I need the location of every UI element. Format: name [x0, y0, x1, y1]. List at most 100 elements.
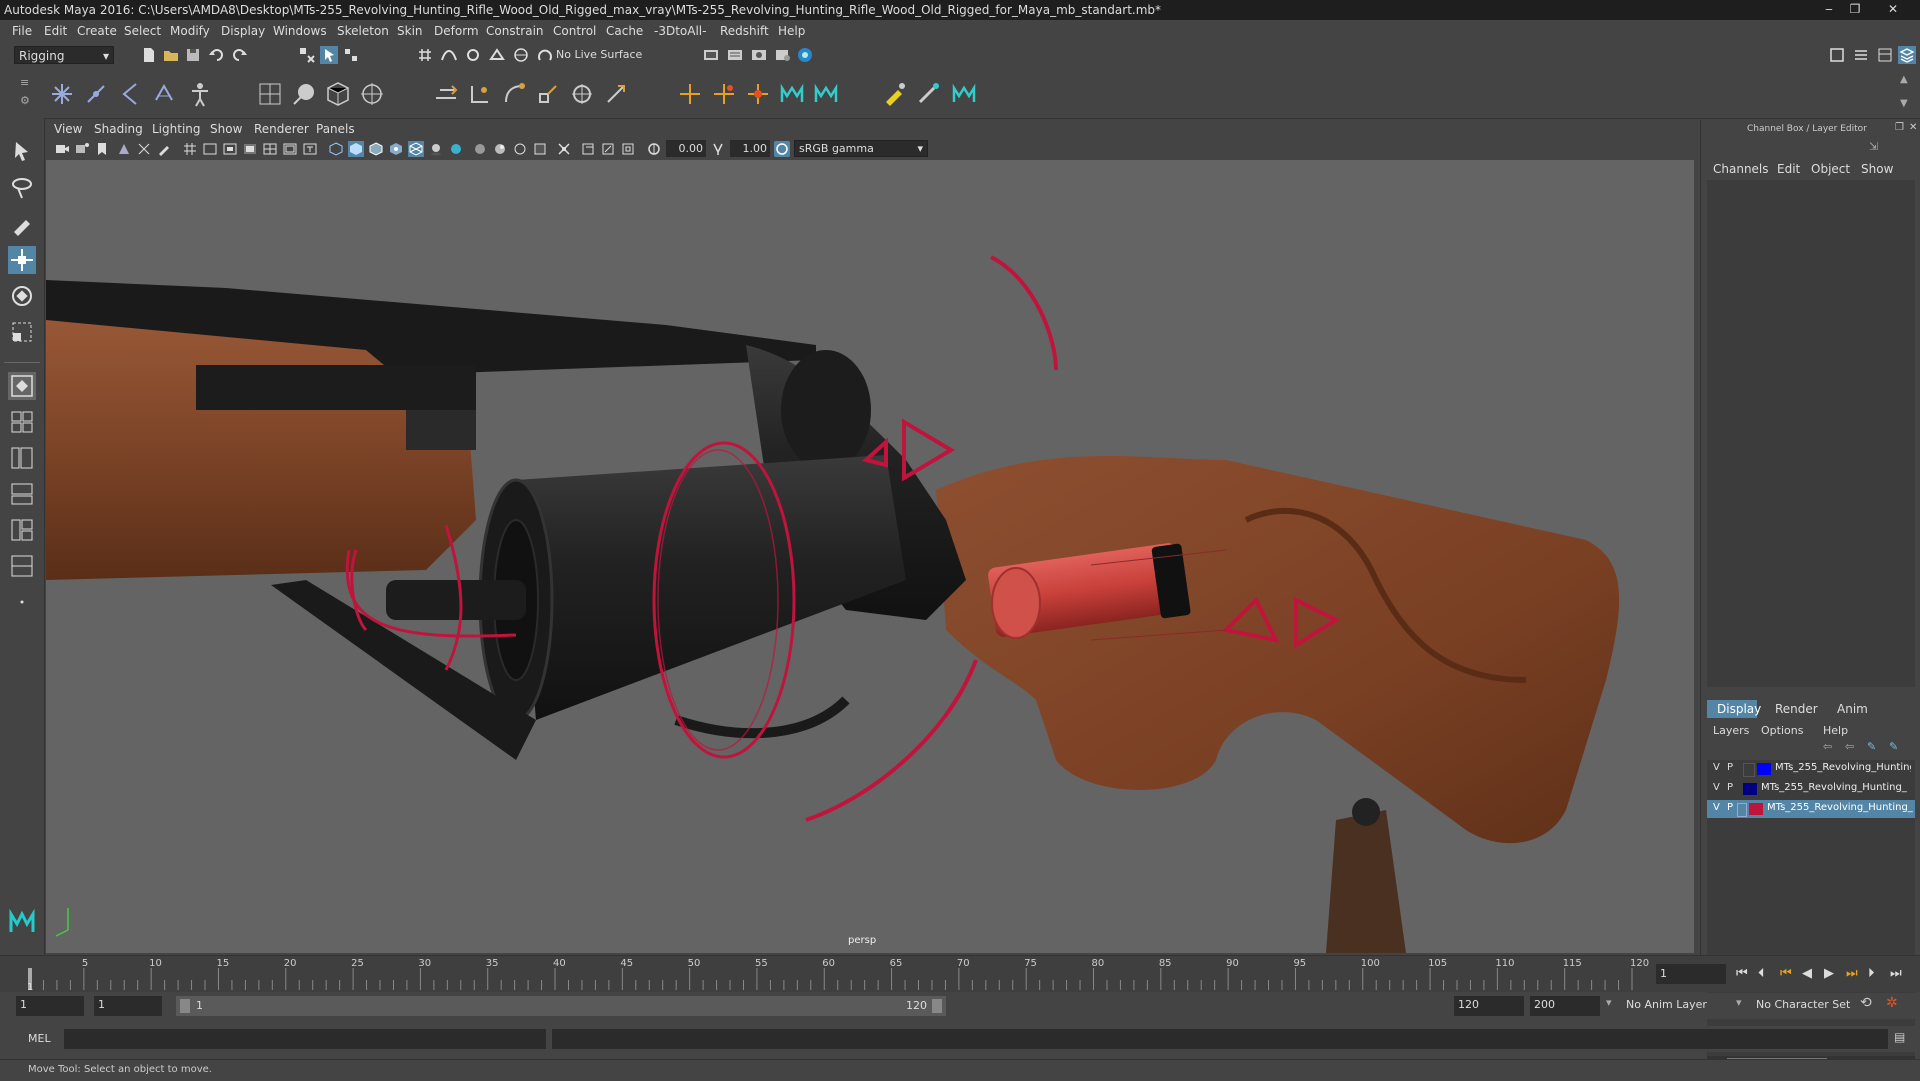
anim-layer-dropdown[interactable]: No Anim Layer — [1626, 998, 1707, 1011]
layer-color-swatch[interactable] — [1743, 783, 1757, 795]
scale-tool-icon[interactable] — [8, 318, 36, 346]
move-layer-up-icon[interactable]: ⇦ — [1823, 740, 1832, 753]
move-tool-icon[interactable] — [8, 246, 36, 274]
menu-modify[interactable]: Modify — [170, 24, 210, 38]
panel-menu-lighting[interactable]: Lighting — [152, 122, 201, 136]
depth-of-field-icon[interactable] — [512, 141, 528, 157]
shelf-menu-icon[interactable]: ≡ — [20, 76, 29, 89]
render-frame-icon[interactable] — [726, 46, 744, 64]
channel-list[interactable] — [1707, 180, 1915, 687]
layer-row-selected[interactable]: V P MTs_255_Revolving_Hunting_ — [1707, 800, 1915, 818]
playback-start-field[interactable]: 1 — [94, 996, 162, 1016]
lasso-tool-icon[interactable] — [8, 174, 36, 202]
maya-script-3-icon[interactable] — [950, 80, 978, 108]
insert-joint-icon[interactable] — [82, 80, 110, 108]
orient-constraint-icon[interactable] — [500, 80, 528, 108]
pole-vector-icon[interactable] — [602, 80, 630, 108]
close-button[interactable]: ✕ — [1882, 0, 1904, 18]
perspective-viewport[interactable]: persp — [46, 160, 1694, 953]
move-layer-down-icon[interactable]: ⇦ — [1845, 740, 1854, 753]
mirror-joint-icon[interactable] — [116, 80, 144, 108]
wireframe-icon[interactable] — [328, 141, 344, 157]
menu-create[interactable]: Create — [77, 24, 117, 38]
animation-start-field[interactable]: 1 — [16, 996, 84, 1016]
tab-render[interactable]: Render — [1775, 702, 1818, 716]
layer-playback-toggle[interactable]: P — [1727, 802, 1733, 813]
maximize-button[interactable]: ❐ — [1844, 0, 1866, 18]
backface-culling-icon[interactable] — [620, 141, 636, 157]
point-constraint-icon[interactable] — [466, 80, 494, 108]
humanik-icon[interactable] — [186, 80, 214, 108]
select-tool-icon[interactable] — [8, 138, 36, 166]
2d-pan-zoom-icon[interactable] — [136, 141, 152, 157]
channel-menu-edit[interactable]: Edit — [1777, 162, 1800, 176]
script-editor-icon[interactable]: ▤ — [1894, 1030, 1905, 1044]
auto-key-icon[interactable]: ⟲ — [1860, 995, 1872, 1011]
chevron-down-icon[interactable]: ▾ — [1606, 996, 1612, 1009]
xray-joints-icon[interactable] — [600, 141, 616, 157]
outliner-persp-layout-icon[interactable] — [8, 552, 36, 580]
command-input[interactable] — [64, 1029, 546, 1049]
panel-menu-view[interactable]: View — [54, 122, 82, 136]
modeling-toolkit-icon[interactable] — [1828, 46, 1846, 64]
menu-redshift[interactable]: Redshift — [720, 24, 769, 38]
layer-playback-toggle[interactable]: P — [1727, 762, 1733, 773]
gamma-icon[interactable] — [710, 141, 726, 157]
menu-windows[interactable]: Windows — [273, 24, 327, 38]
channel-box-toggle-icon[interactable] — [1898, 46, 1916, 64]
menu-edit[interactable]: Edit — [44, 24, 67, 38]
layer-playback-toggle[interactable]: P — [1727, 782, 1733, 793]
rig-control-rotate-arc-bottom[interactable] — [805, 659, 978, 822]
screen-space-ao-icon[interactable] — [448, 141, 464, 157]
layer-menu-options[interactable]: Options — [1761, 724, 1803, 737]
bind-skin-icon[interactable] — [290, 80, 318, 108]
joint-locator-icon[interactable] — [710, 80, 738, 108]
step-forward-key-icon[interactable]: ⏭ — [1846, 966, 1858, 981]
wireframe-on-shaded-icon[interactable] — [368, 141, 384, 157]
parent-constraint-icon[interactable] — [432, 80, 460, 108]
layer-color-swatch[interactable] — [1757, 763, 1771, 775]
redo-icon[interactable] — [230, 46, 248, 64]
bookmark-icon[interactable] — [94, 141, 110, 157]
field-chart-icon[interactable] — [262, 141, 278, 157]
persp-graph-layout-icon[interactable] — [8, 480, 36, 508]
select-object-icon[interactable] — [320, 46, 338, 64]
panel-menu-panels[interactable]: Panels — [316, 122, 355, 136]
tab-anim[interactable]: Anim — [1837, 702, 1868, 716]
panel-menu-show[interactable]: Show — [210, 122, 242, 136]
layer-name[interactable]: MTs_255_Revolving_Hunting_ — [1767, 802, 1913, 813]
channel-menu-object[interactable]: Object — [1811, 162, 1850, 176]
range-slider-start-handle[interactable] — [180, 999, 190, 1013]
xray-active-components-icon[interactable] — [580, 141, 596, 157]
close-panel-icon[interactable]: ✕ — [1909, 122, 1917, 133]
locator-icon[interactable] — [676, 80, 704, 108]
panel-menu-renderer[interactable]: Renderer — [254, 122, 309, 136]
snap-surface-icon[interactable] — [512, 46, 530, 64]
layer-color-swatch[interactable] — [1749, 803, 1763, 815]
paint-select-tool-icon[interactable] — [8, 210, 36, 238]
layer-visibility-toggle[interactable]: V — [1713, 762, 1720, 773]
menuset-dropdown[interactable]: Rigging ▾ — [14, 46, 114, 64]
channel-menu-channels[interactable]: Channels — [1713, 162, 1769, 176]
resolution-gate-icon[interactable] — [222, 141, 238, 157]
exposure-icon[interactable] — [646, 141, 662, 157]
go-to-end-icon[interactable]: ⏭ — [1890, 966, 1902, 981]
menu-skeleton[interactable]: Skeleton — [337, 24, 389, 38]
cluster-icon[interactable] — [358, 80, 386, 108]
play-forwards-icon[interactable]: ▶ — [1824, 966, 1834, 981]
four-view-layout-icon[interactable] — [8, 408, 36, 436]
use-all-lights-icon[interactable] — [408, 141, 424, 157]
persp-hypershade-layout-icon[interactable] — [8, 516, 36, 544]
menu-display[interactable]: Display — [221, 24, 265, 38]
chevron-down-icon[interactable]: ▾ — [1736, 996, 1742, 1009]
menu-constrain[interactable]: Constrain — [486, 24, 544, 38]
layer-name[interactable]: MTs_255_Revolving_Hunting_ — [1775, 762, 1911, 773]
persp-outliner-layout-icon[interactable] — [8, 444, 36, 472]
range-slider[interactable]: 1 120 — [176, 996, 946, 1016]
go-to-start-icon[interactable]: ⏮ — [1736, 966, 1748, 981]
snap-point-icon[interactable] — [464, 46, 482, 64]
step-back-key-icon[interactable]: ⏮ — [1780, 966, 1792, 981]
play-backwards-icon[interactable]: ◀ — [1802, 966, 1812, 981]
ipr-render-icon[interactable] — [750, 46, 768, 64]
xray-icon[interactable] — [556, 141, 572, 157]
